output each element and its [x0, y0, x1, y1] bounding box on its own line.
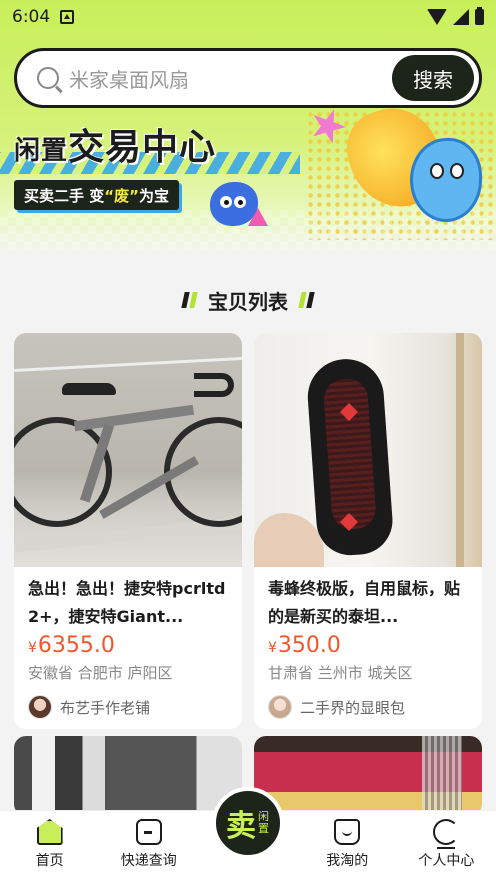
product-card[interactable] — [254, 736, 482, 816]
section-title: 宝贝列表 — [0, 282, 496, 318]
banner-title-large: 交易中心 — [68, 127, 217, 168]
product-card[interactable]: 急出！急出！捷安特pcrltd2+，捷安特Giant... ¥6355.0 安徽… — [14, 333, 242, 729]
seller-info[interactable]: 布艺手作老铺 — [28, 695, 230, 719]
avatar — [28, 695, 52, 719]
signal-icon — [453, 9, 469, 25]
seller-info[interactable]: 二手界的显眼包 — [268, 695, 470, 719]
status-time: 6:04 — [12, 7, 51, 27]
status-bar: 6:04 — [0, 0, 496, 34]
banner-title-small: 闲置 — [14, 136, 69, 166]
title-deco-right — [298, 292, 315, 308]
tab-mine-taobao-label: 我淘的 — [326, 853, 369, 869]
sell-label: 卖 — [226, 809, 256, 844]
battery-icon — [475, 7, 484, 25]
bottom-tab-bar: 首页 快递查询 卖 闲置 我淘的 个人中心 — [0, 787, 496, 881]
product-title[interactable]: 毒蜂终极版，自用鼠标，贴的是新买的泰坦... — [268, 575, 470, 631]
product-location: 安徽省 合肥市 庐阳区 — [28, 664, 173, 682]
search-button[interactable]: 搜索 — [392, 55, 474, 101]
banner-title: 闲置交易中心 — [14, 118, 216, 170]
section-title-text: 宝贝列表 — [208, 289, 288, 314]
seller-name: 二手界的显眼包 — [300, 698, 406, 717]
package-icon — [135, 819, 162, 845]
seller-name: 布艺手作老铺 — [60, 698, 151, 717]
product-image[interactable] — [254, 736, 482, 816]
product-location: 甘肃省 兰州市 城关区 — [268, 664, 413, 682]
tab-home-label: 首页 — [35, 853, 64, 869]
search-bar[interactable]: 米家桌面风扇 搜索 — [14, 48, 482, 108]
pink-spark-icon — [248, 208, 268, 226]
product-image[interactable] — [14, 736, 242, 816]
product-card[interactable] — [14, 736, 242, 816]
search-icon — [37, 67, 59, 89]
product-card[interactable]: 毒蜂终极版，自用鼠标，贴的是新买的泰坦... ¥350.0 甘肃省 兰州市 城关… — [254, 333, 482, 729]
user-icon — [433, 819, 460, 849]
megaphone-mascot-icon — [336, 96, 482, 222]
product-price: ¥350.0 — [268, 633, 341, 658]
tab-express-label: 快递查询 — [120, 853, 177, 869]
banner-subtitle-pre: 买卖二手 变 — [24, 186, 105, 205]
banner-subtitle-post: 为宝 — [138, 186, 169, 205]
shopping-bag-icon — [334, 819, 361, 845]
product-image[interactable] — [14, 333, 242, 567]
banner-subtitle: 买卖二手 变 “废” 为宝 — [14, 180, 179, 210]
banner-subtitle-highlight: “废” — [104, 186, 139, 205]
tab-home[interactable]: 首页 — [0, 811, 99, 881]
tab-express[interactable]: 快递查询 — [99, 811, 198, 881]
product-title[interactable]: 急出！急出！捷安特pcrltd2+，捷安特Giant... — [28, 575, 230, 631]
product-price: ¥6355.0 — [28, 633, 115, 658]
product-image[interactable] — [254, 333, 482, 567]
tab-mine-taobao[interactable]: 我淘的 — [298, 811, 397, 881]
sell-wrap: 卖 闲置 — [198, 787, 297, 881]
tab-profile[interactable]: 个人中心 — [397, 811, 496, 881]
title-deco-left — [181, 292, 198, 308]
sell-button[interactable]: 卖 闲置 — [212, 787, 284, 859]
sell-sub-label: 闲置 — [258, 810, 269, 835]
tab-profile-label: 个人中心 — [418, 853, 475, 869]
avatar — [268, 695, 292, 719]
home-icon — [36, 819, 63, 845]
notification-icon — [60, 10, 75, 24]
wifi-icon — [427, 9, 447, 25]
search-input[interactable]: 米家桌面风扇 — [69, 64, 392, 93]
